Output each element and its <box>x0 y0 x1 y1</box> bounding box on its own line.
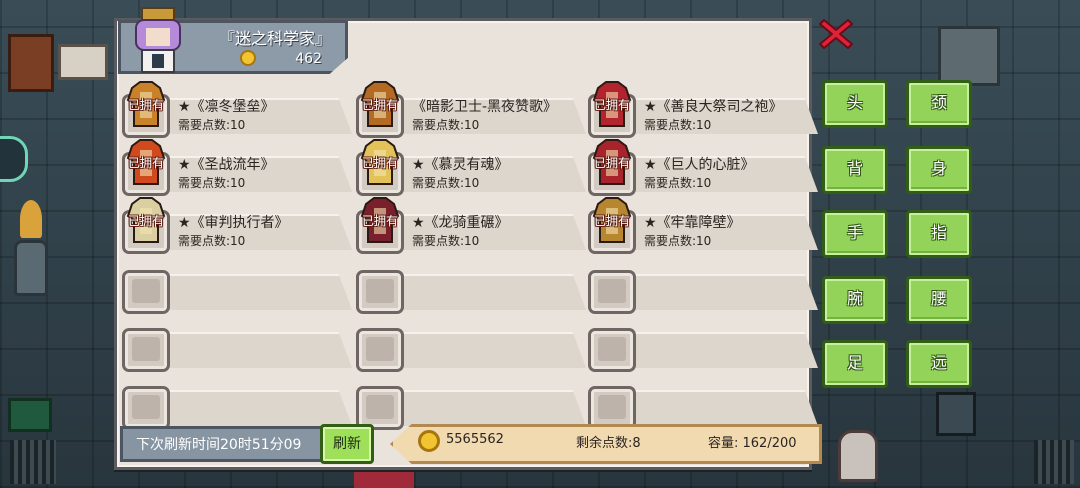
item-cell[interactable] <box>354 260 586 314</box>
item-cell[interactable]: 已拥有 ★《审判执行者》 需要点数:10 <box>120 197 352 254</box>
item-cell[interactable] <box>586 318 818 372</box>
background-machine <box>938 26 1000 86</box>
slot-button[interactable]: 远 <box>906 340 972 388</box>
item-cell[interactable] <box>586 376 818 430</box>
slot-button[interactable]: 头 <box>822 80 888 128</box>
item-slot[interactable] <box>122 386 170 430</box>
item-cell[interactable]: 已拥有 ★《巨人的心脏》 需要点数:10 <box>586 139 818 196</box>
item-cell[interactable] <box>354 318 586 372</box>
empty-slot-inner <box>132 395 160 419</box>
item-cost: 需要点数:10 <box>644 234 712 248</box>
coin-icon <box>240 50 256 66</box>
background-desk <box>58 44 108 80</box>
item-name: 《暗影卫士-黑夜赞歌》 <box>412 99 558 115</box>
owned-tag: 已拥有 <box>593 214 630 228</box>
gold-amount: 5565562 <box>446 432 504 447</box>
item-slot[interactable] <box>588 270 636 314</box>
background-floor-grate <box>10 440 56 484</box>
item-cost: 需要点数:10 <box>412 176 480 190</box>
item-cell[interactable]: 已拥有 ★《龙骑重碾》 需要点数:10 <box>354 197 586 254</box>
slot-button[interactable]: 背 <box>822 146 888 194</box>
background-character <box>838 430 878 482</box>
inventory-capacity: 容量: 162/200 <box>708 436 797 451</box>
item-slot[interactable] <box>588 386 636 430</box>
item-name: ★《凛冬堡垒》 <box>178 99 275 115</box>
empty-slot-inner <box>366 395 394 419</box>
item-cell[interactable] <box>120 260 352 314</box>
owned-tag: 已拥有 <box>361 214 398 228</box>
item-slot[interactable] <box>588 328 636 372</box>
empty-slot-inner <box>132 337 160 361</box>
background-floor-grate-right <box>1034 440 1074 484</box>
refresh-timer-text: 下次刷新时间20时51分09 <box>136 437 302 453</box>
empty-slot-inner <box>598 337 626 361</box>
item-cell[interactable] <box>120 318 352 372</box>
refresh-button[interactable]: 刷新 <box>320 424 374 464</box>
item-name: ★《巨人的心脏》 <box>644 157 755 173</box>
background-vase <box>14 240 48 296</box>
item-cell[interactable]: 已拥有 《暗影卫士-黑夜赞歌》 需要点数:10 <box>354 81 586 138</box>
item-cell[interactable] <box>120 376 352 430</box>
player-avatar <box>135 7 181 73</box>
slot-button[interactable]: 指 <box>906 210 972 258</box>
item-name: ★《龙骑重碾》 <box>412 215 509 231</box>
owned-tag: 已拥有 <box>361 156 398 170</box>
empty-slot-inner <box>598 395 626 419</box>
item-slot[interactable] <box>122 270 170 314</box>
close-x-icon[interactable] <box>818 16 854 52</box>
item-slot[interactable] <box>356 328 404 372</box>
item-cost: 需要点数:10 <box>178 118 246 132</box>
item-name: ★《圣战流年》 <box>178 157 275 173</box>
item-cell[interactable] <box>354 376 586 430</box>
owned-tag: 已拥有 <box>127 214 164 228</box>
item-cost: 需要点数:10 <box>178 234 246 248</box>
item-cost: 需要点数:10 <box>412 234 480 248</box>
background-plant <box>20 200 42 238</box>
owned-tag: 已拥有 <box>127 156 164 170</box>
owned-tag: 已拥有 <box>361 98 398 112</box>
item-name: ★《审判执行者》 <box>178 215 289 231</box>
item-cell[interactable]: 已拥有 ★《圣战流年》 需要点数:10 <box>120 139 352 196</box>
remaining-points: 剩余点数:8 <box>576 436 641 451</box>
item-name: ★《牢靠障壁》 <box>644 215 741 231</box>
item-name: ★《善良大祭司之袍》 <box>644 99 783 115</box>
player-name: 『迷之科学家』 <box>218 29 331 48</box>
empty-slot-inner <box>598 279 626 303</box>
owned-tag: 已拥有 <box>593 98 630 112</box>
item-name: ★《慕灵有魂》 <box>412 157 509 173</box>
item-cell[interactable]: 已拥有 ★《凛冬堡垒》 需要点数:10 <box>120 81 352 138</box>
player-coin-count: 462 <box>295 51 322 67</box>
item-cell[interactable]: 已拥有 ★《牢靠障壁》 需要点数:10 <box>586 197 818 254</box>
left-edge-tab[interactable] <box>0 136 28 182</box>
slot-button[interactable]: 腕 <box>822 276 888 324</box>
item-cost: 需要点数:10 <box>644 118 712 132</box>
item-cell[interactable]: 已拥有 ★《慕灵有魂》 需要点数:10 <box>354 139 586 196</box>
owned-tag: 已拥有 <box>127 98 164 112</box>
item-cost: 需要点数:10 <box>178 176 246 190</box>
background-red-object <box>354 472 414 488</box>
background-robot <box>936 392 976 436</box>
owned-tag: 已拥有 <box>593 156 630 170</box>
slot-button[interactable]: 颈 <box>906 80 972 128</box>
item-slot[interactable] <box>356 270 404 314</box>
slot-button[interactable]: 腰 <box>906 276 972 324</box>
item-slot[interactable] <box>122 328 170 372</box>
item-cost: 需要点数:10 <box>644 176 712 190</box>
slot-button[interactable]: 足 <box>822 340 888 388</box>
empty-slot-inner <box>366 337 394 361</box>
item-cell[interactable] <box>586 260 818 314</box>
item-cost: 需要点数:10 <box>412 118 480 132</box>
background-shelf <box>8 34 54 92</box>
empty-slot-inner <box>366 279 394 303</box>
gold-coin-icon <box>418 430 440 452</box>
background-control-panel <box>8 398 52 432</box>
item-cell[interactable]: 已拥有 ★《善良大祭司之袍》 需要点数:10 <box>586 81 818 138</box>
slot-button[interactable]: 手 <box>822 210 888 258</box>
empty-slot-inner <box>132 279 160 303</box>
slot-button[interactable]: 身 <box>906 146 972 194</box>
